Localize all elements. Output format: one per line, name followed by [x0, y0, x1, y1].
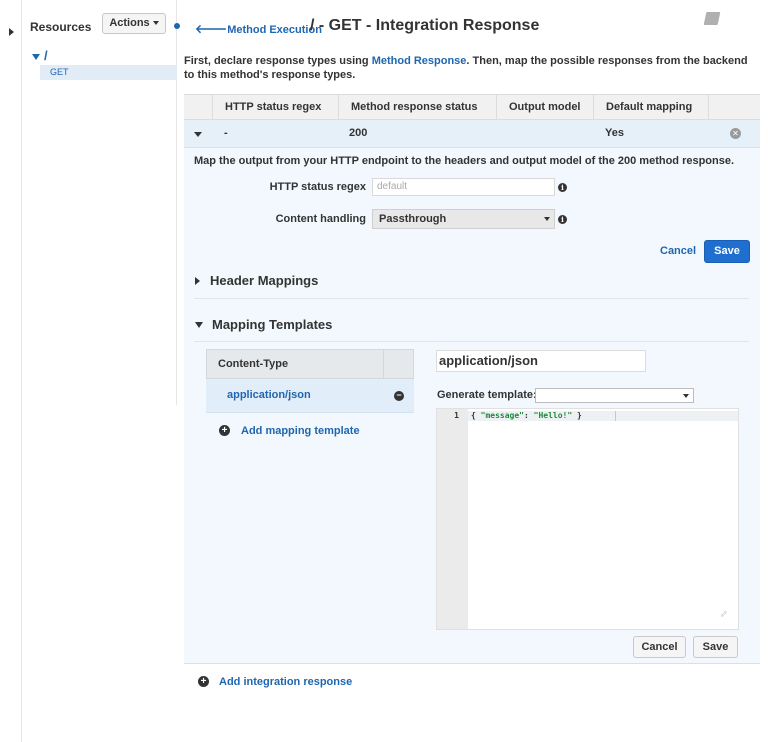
intro-before: First, declare response types using [184, 55, 372, 67]
minus-icon[interactable]: − [394, 391, 404, 401]
add-integration-response-link[interactable]: Add integration response [219, 676, 352, 688]
col-output-model: Output model [496, 95, 593, 119]
intro-text: First, declare response types using Meth… [184, 54, 754, 82]
row-status: 200 [349, 127, 368, 139]
tree-root-resource[interactable]: / [44, 48, 48, 63]
line-number: 1 [454, 411, 459, 420]
mapping-templates-title[interactable]: Mapping Templates [212, 317, 332, 332]
info-icon[interactable]: i [558, 183, 567, 192]
collapse-strip[interactable] [0, 0, 22, 742]
code-brace: } [572, 411, 582, 420]
content-type-name-input[interactable]: application/json [436, 350, 646, 372]
divider [194, 341, 749, 342]
chevron-down-icon [152, 21, 159, 26]
code-colon: : [524, 411, 534, 420]
sidebar-resize-handle[interactable] [174, 23, 180, 29]
row-regex: - [224, 127, 228, 139]
content-handling-value: Passthrough [379, 213, 447, 225]
col-actions [708, 95, 760, 119]
method-execution-link[interactable]: 🡐Method Execution [195, 21, 322, 36]
tree-method-get[interactable]: GET [40, 65, 177, 80]
content-type-header: Content-Type [206, 349, 414, 379]
info-icon[interactable]: i [558, 215, 567, 224]
cancel-link[interactable]: Cancel [660, 245, 696, 257]
method-response-link[interactable]: Method Response [372, 55, 467, 67]
content-handling-label: Content handling [275, 213, 366, 225]
content-type-header-label: Content-Type [218, 358, 289, 370]
code-key: "message" [480, 411, 524, 420]
template-cancel-button[interactable]: Cancel [633, 636, 686, 658]
code-value: "Hello!" [533, 411, 573, 420]
remove-icon[interactable]: ✕ [730, 128, 741, 139]
row-default: Yes [605, 127, 624, 139]
col-http-status-regex: HTTP status regex [212, 95, 338, 119]
add-mapping-template-link[interactable]: Add mapping template [241, 425, 360, 437]
page-title: / - GET - Integration Response [310, 17, 540, 34]
actions-button[interactable]: Actions [102, 13, 166, 34]
plus-icon[interactable]: + [219, 425, 230, 436]
collapse-mapping-templates-icon[interactable] [195, 322, 203, 328]
book-icon[interactable] [703, 12, 721, 25]
code-line[interactable]: { "message": "Hello!" } [471, 411, 582, 421]
content-type-item[interactable]: application/json [227, 389, 311, 401]
chevron-down-icon [683, 394, 689, 398]
header-mappings-title[interactable]: Header Mappings [210, 273, 318, 288]
expand-icon[interactable]: ⇔ [714, 604, 732, 622]
responses-table-header: HTTP status regex Method response status… [184, 94, 760, 120]
col-default-mapping: Default mapping [593, 95, 708, 119]
actions-label: Actions [109, 17, 150, 29]
mapping-description: Map the output from your HTTP endpoint t… [194, 155, 735, 167]
content-handling-select[interactable]: Passthrough [372, 209, 555, 229]
divider [383, 350, 384, 378]
save-button[interactable]: Save [704, 240, 750, 263]
generate-template-label: Generate template: [437, 389, 537, 401]
resources-title: Resources [30, 20, 92, 34]
collapse-row-icon[interactable] [194, 132, 202, 137]
http-status-regex-input[interactable]: default [372, 178, 555, 196]
template-save-button[interactable]: Save [693, 636, 738, 658]
back-arrow-icon: 🡐 [195, 22, 228, 36]
print-margin [615, 411, 616, 421]
expand-header-mappings-icon[interactable] [195, 277, 200, 285]
editor-gutter [437, 409, 468, 629]
chevron-down-icon [544, 217, 550, 221]
tree-expand-icon[interactable] [32, 54, 40, 60]
regex-label: HTTP status regex [269, 181, 366, 193]
plus-icon[interactable]: + [198, 676, 209, 687]
col-method-response-status: Method response status [338, 95, 496, 119]
generate-template-select[interactable] [535, 388, 694, 403]
expand-panel-icon[interactable] [9, 28, 14, 36]
divider [194, 298, 749, 299]
method-execution-label: Method Execution [227, 24, 322, 36]
response-detail-panel: Map the output from your HTTP endpoint t… [184, 148, 760, 664]
template-code-editor[interactable]: 1 { "message": "Hello!" } ⇔ [436, 408, 739, 630]
table-row[interactable]: - 200 Yes ✕ [184, 120, 760, 148]
list-item[interactable]: application/json − [206, 379, 414, 413]
code-brace: { [471, 411, 481, 420]
